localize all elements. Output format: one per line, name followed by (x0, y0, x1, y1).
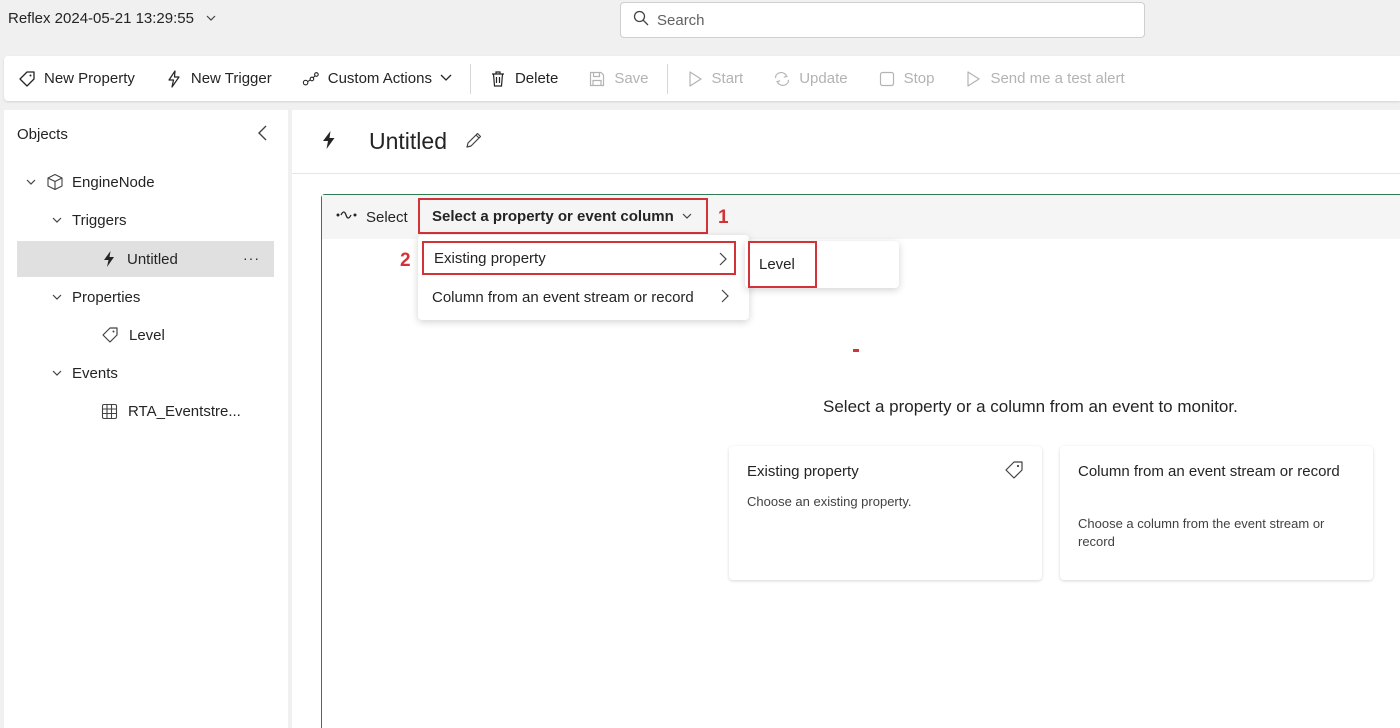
tree-item-enginenode[interactable]: EngineNode (24, 164, 155, 200)
new-trigger-label: New Trigger (190, 70, 272, 87)
more-options-icon[interactable]: ··· (243, 250, 260, 266)
lightning-icon (101, 250, 117, 268)
tree-item-properties[interactable]: Properties (50, 279, 140, 315)
trash-icon (489, 70, 507, 88)
refresh-icon (773, 70, 791, 88)
chevron-down-icon (50, 368, 64, 378)
start-label: Start (711, 70, 744, 87)
lightning-icon (165, 69, 183, 88)
chevron-right-icon (718, 252, 728, 270)
menu-item-label: Column from an event stream or record (432, 288, 694, 306)
app-title-button[interactable]: Reflex 2024-05-21 13:29:55 (8, 10, 216, 27)
top-bar: Reflex 2024-05-21 13:29:55 (0, 0, 1400, 48)
select-step-label: Select (336, 208, 408, 226)
card-title: Existing property (747, 463, 859, 480)
new-trigger-button[interactable]: New Trigger (165, 69, 272, 88)
delete-button[interactable]: Delete (489, 70, 558, 88)
collapse-sidebar-button[interactable] (256, 124, 270, 147)
tree-label: RTA_Eventstre... (128, 402, 241, 420)
chevron-down-icon (24, 177, 38, 187)
tag-icon (18, 70, 36, 88)
tree-item-level[interactable]: Level (101, 317, 165, 353)
card-description: Choose an existing property. (747, 494, 912, 509)
save-icon (588, 70, 606, 88)
send-test-alert-button[interactable]: Send me a test alert (964, 70, 1125, 88)
menu-item-event-column[interactable]: Column from an event stream or record (422, 280, 736, 314)
new-property-label: New Property (44, 70, 135, 87)
edit-title-icon[interactable] (464, 130, 484, 155)
table-icon (101, 403, 118, 420)
property-column-dropdown[interactable]: Select a property or event column (418, 198, 708, 234)
toolbar-divider (469, 63, 471, 94)
card-title: Column from an event stream or record (1078, 463, 1340, 480)
annotation-number: 1 (718, 207, 729, 228)
toolbar: New Property New Trigger Custom Actions … (4, 56, 1400, 101)
main-panel: Untitled Select Select a property or eve… (292, 110, 1400, 728)
tree-label: Properties (72, 288, 141, 306)
tree-label: Events (72, 364, 118, 382)
send-icon (964, 70, 982, 88)
search-input[interactable] (657, 11, 1097, 29)
start-button[interactable]: Start (686, 70, 744, 88)
annotation-number: 2 (400, 250, 411, 271)
select-label-text: Select (366, 208, 408, 226)
objects-sidebar: Objects EngineNode Triggers Untitled ···… (4, 110, 288, 728)
tree-label: EngineNode (72, 173, 155, 191)
existing-property-submenu: Level (745, 241, 899, 288)
chevron-down-icon (682, 208, 692, 225)
sidebar-title: Objects (17, 126, 68, 143)
send-test-alert-label: Send me a test alert (990, 70, 1125, 87)
update-label: Update (799, 70, 848, 87)
search-box[interactable] (620, 2, 1145, 38)
existing-property-card[interactable]: Existing property Choose an existing pro… (729, 446, 1042, 580)
chevron-down-icon (440, 70, 452, 87)
tree-label: Untitled (127, 250, 178, 268)
signal-wave-icon (336, 208, 358, 226)
chevron-down-icon (206, 10, 216, 27)
submenu-item-label: Level (759, 256, 795, 273)
submenu-item-level[interactable]: Level (748, 241, 817, 288)
chevron-down-icon (50, 215, 64, 225)
chevron-left-icon (256, 125, 270, 146)
menu-item-label: Existing property (434, 249, 546, 267)
card-description: Choose a column from the event stream or… (1078, 516, 1325, 549)
tree-item-rta-eventstream[interactable]: RTA_Eventstre... (101, 393, 241, 429)
chevron-down-icon (50, 292, 64, 302)
tree-label: Level (129, 326, 165, 344)
toolbar-divider (666, 63, 668, 94)
page-header: Untitled (292, 110, 1400, 174)
tree-item-untitled-trigger[interactable]: Untitled ··· (17, 241, 274, 277)
chevron-right-icon (720, 289, 730, 307)
property-type-menu: Existing property Column from an event s… (418, 235, 749, 320)
cube-icon (46, 173, 64, 191)
custom-actions-button[interactable]: Custom Actions (302, 70, 452, 88)
event-column-card[interactable]: Column from an event stream or record Ch… (1060, 446, 1373, 580)
tree-item-triggers[interactable]: Triggers (50, 202, 126, 238)
stop-label: Stop (903, 70, 935, 87)
delete-label: Delete (514, 70, 559, 87)
save-button[interactable]: Save (588, 70, 649, 88)
select-step-row: Select Select a property or event column (322, 195, 1400, 239)
empty-state-title: Select a property or a column from an ev… (823, 397, 1238, 416)
tree-label: Triggers (72, 211, 127, 229)
tag-icon (101, 326, 119, 344)
lightning-icon (320, 130, 338, 155)
annotation-mark (853, 349, 859, 352)
update-button[interactable]: Update (773, 70, 848, 88)
app-title: Reflex 2024-05-21 13:29:55 (8, 10, 194, 27)
tag-icon (1004, 460, 1024, 485)
stop-icon (878, 70, 896, 88)
tree-item-events[interactable]: Events (50, 355, 118, 391)
custom-actions-icon (302, 70, 320, 88)
dropdown-label: Select a property or event column (432, 207, 674, 225)
save-label: Save (614, 70, 649, 87)
menu-item-existing-property[interactable]: Existing property (422, 241, 736, 275)
search-icon (633, 10, 649, 31)
custom-actions-label: Custom Actions (327, 70, 432, 87)
new-property-button[interactable]: New Property (18, 70, 135, 88)
play-icon (686, 70, 704, 88)
page-title: Untitled (369, 128, 447, 154)
stop-button[interactable]: Stop (878, 70, 935, 88)
